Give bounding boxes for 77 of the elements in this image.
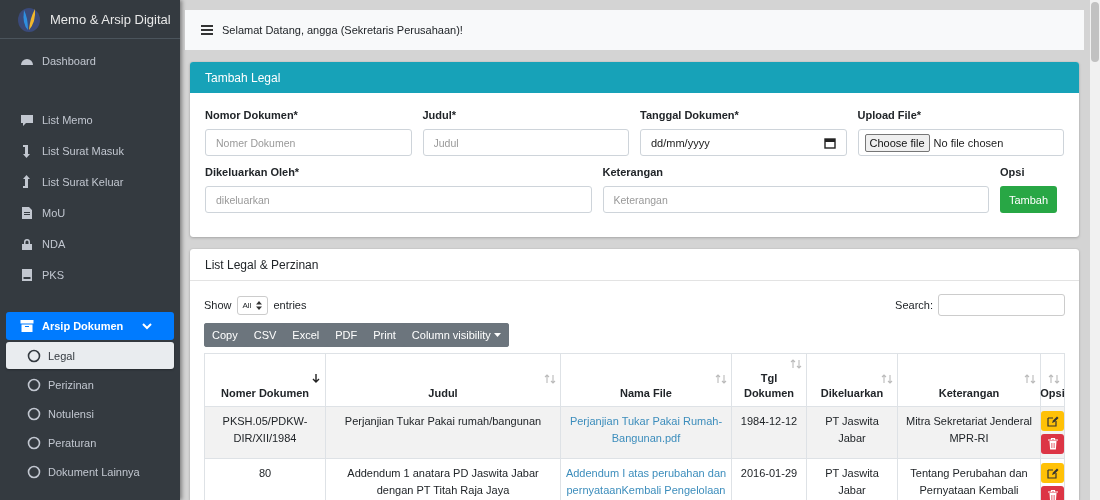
nav-subitem[interactable]: Peraturan	[6, 429, 174, 456]
delete-button[interactable]	[1041, 486, 1064, 500]
choose-file-button[interactable]: Choose file	[864, 133, 930, 152]
edit-icon	[1046, 467, 1059, 479]
circle-icon	[27, 435, 41, 450]
field-label: Judul*	[422, 109, 458, 121]
greeting-text: Selamat Datang, angga (Sekretaris Perusahaan)!	[222, 24, 463, 36]
input-field[interactable]: Keterangan	[602, 186, 989, 213]
sort-icon[interactable]	[881, 374, 893, 384]
field-label: Dikeluarkan Oleh*	[205, 166, 301, 178]
sort-icon[interactable]	[1024, 374, 1036, 384]
field-label: Opsi	[1000, 166, 1026, 178]
sort-icon[interactable]	[790, 359, 802, 369]
nav-subitem[interactable]: Perizinan	[6, 371, 174, 398]
table-cell: PT Jaswita Jabar	[806, 406, 898, 459]
entries-label: entries	[273, 299, 307, 311]
circle-icon	[27, 377, 41, 392]
edit-button[interactable]	[1041, 411, 1064, 431]
column-header[interactable]: Judul	[428, 386, 458, 401]
circle-icon	[27, 348, 41, 363]
search-field[interactable]	[938, 294, 1065, 316]
circle-icon	[27, 464, 41, 479]
nav-item[interactable]: MoU	[0, 197, 180, 228]
app-title: Memo & Arsip Digital	[50, 11, 171, 27]
edit-icon	[1046, 415, 1059, 427]
field-label: Keterangan	[602, 166, 665, 178]
table-cell: Mitra Sekretariat Jenderal MPR-RI	[897, 406, 1041, 459]
nav-item[interactable]: Dashboard	[0, 45, 180, 76]
field-label: Nomor Dokumen*	[205, 109, 299, 121]
nav-subitem[interactable]: Dokument Lainnya	[6, 458, 174, 485]
nav-item[interactable]: Arsip Dokumen	[6, 312, 174, 340]
nav-item[interactable]: List Memo	[0, 104, 180, 135]
nav-item[interactable]: List Surat Keluar	[0, 166, 180, 197]
nav-item[interactable]: NDA	[0, 228, 180, 259]
scrollbar[interactable]	[1090, 0, 1100, 500]
archive-box-icon	[20, 319, 34, 333]
circle-icon	[27, 406, 41, 421]
field-label: Tanggal Dokumen*	[640, 109, 740, 121]
input-field[interactable]: dikeluarkan	[205, 186, 592, 213]
nav-subitem[interactable]: Notulensi	[6, 400, 174, 427]
table-cell: 1984-12-12	[731, 406, 807, 459]
book-icon	[20, 267, 34, 282]
table-cell: Perjanjian Tukar Pakai rumah/bangunan	[325, 406, 561, 459]
speech-bubble-icon	[20, 112, 34, 127]
entries-select[interactable]: All	[236, 295, 269, 315]
edit-button[interactable]	[1041, 463, 1064, 483]
sort-icon[interactable]	[1048, 374, 1060, 384]
column-header[interactable]: Nama File	[620, 386, 672, 401]
nav-subitem[interactable]: Legal	[6, 342, 174, 369]
card-header: List Legal & Perzinan	[190, 249, 1079, 281]
lock-icon	[20, 236, 34, 251]
select-arrows-icon	[256, 300, 263, 310]
input-field[interactable]: Nomer Dokumen	[205, 129, 412, 156]
date-field[interactable]: dd/mm/yyyy	[640, 129, 847, 156]
table-cell: 80	[204, 458, 326, 500]
nav-item[interactable]: List Surat Masuk	[0, 135, 180, 166]
calendar-icon[interactable]	[823, 136, 836, 149]
column-header[interactable]: Dikeluarkan	[820, 386, 884, 401]
menu-icon[interactable]	[201, 25, 213, 35]
sort-down-icon[interactable]	[311, 374, 321, 384]
column-header[interactable]: Keterangan	[938, 386, 1000, 401]
chevron-icon	[142, 322, 152, 330]
card-header: Tambah Legal	[190, 62, 1079, 93]
search-label: Search:	[895, 299, 933, 311]
field-label: Upload File*	[857, 109, 923, 121]
sort-icon[interactable]	[544, 374, 556, 384]
nav-item[interactable]: PKS	[0, 259, 180, 290]
trash-icon	[1047, 490, 1058, 500]
document-icon	[20, 205, 34, 220]
delete-button[interactable]	[1041, 434, 1064, 454]
sort-icon[interactable]	[715, 374, 727, 384]
show-label: Show	[204, 299, 232, 311]
caret-icon	[493, 333, 501, 337]
trash-icon	[1047, 438, 1058, 450]
table-cell: PKSH.05/PDKW-DIR/XII/1984	[204, 406, 326, 459]
input-field[interactable]: Judul	[422, 129, 629, 156]
file-status: No file chosen	[933, 136, 1004, 149]
